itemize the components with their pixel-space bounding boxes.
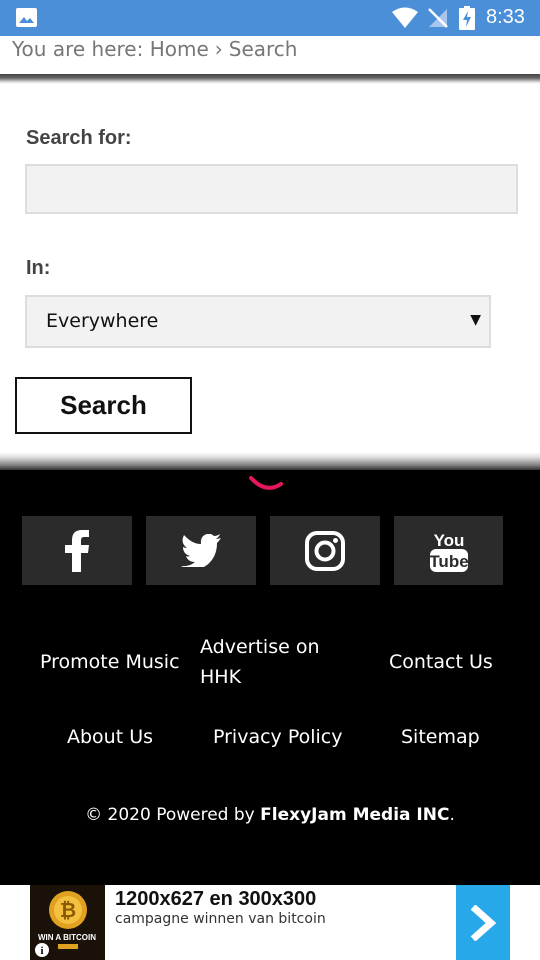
contact-us-link[interactable]: Contact Us	[389, 647, 493, 677]
svg-text:You: You	[433, 531, 464, 550]
instagram-icon	[305, 530, 345, 571]
privacy-policy-link[interactable]: Privacy Policy	[213, 722, 342, 752]
battery-charging-icon	[459, 6, 475, 30]
youtube-button[interactable]: You Tube	[394, 516, 503, 585]
breadcrumb: You are here: Home › Search	[12, 37, 297, 61]
clock: 8:33	[486, 6, 525, 28]
copyright-prefix: © 2020 Powered by	[85, 805, 261, 825]
image-notification-icon	[16, 8, 37, 27]
wifi-icon	[392, 7, 418, 28]
breadcrumb-home-link[interactable]: Home	[150, 37, 209, 61]
breadcrumb-prefix: You are here:	[12, 37, 144, 61]
svg-text:Tube: Tube	[429, 552, 468, 571]
copyright-text: © 2020 Powered by FlexyJam Media INC.	[0, 805, 540, 825]
svg-text:WIN A BITCOIN: WIN A BITCOIN	[38, 933, 96, 942]
copyright-company-link[interactable]: FlexyJam Media INC	[260, 805, 449, 825]
advertise-link[interactable]: Advertise on HHK	[200, 632, 320, 692]
advertise-link-line1: Advertise on	[200, 636, 320, 658]
svg-text:₿: ₿	[60, 900, 76, 922]
search-scope-select[interactable]: Everywhere ▼	[25, 295, 491, 348]
footer: You Tube Promote Music Advertise on HHK …	[0, 470, 540, 885]
ad-thumbnail[interactable]: ₿ WIN A BITCOIN i	[30, 885, 105, 960]
youtube-icon: You Tube	[429, 531, 468, 572]
ad-open-button[interactable]	[456, 885, 510, 960]
twitter-icon	[181, 534, 221, 567]
chevron-right-icon	[470, 904, 497, 941]
header-divider	[0, 74, 540, 84]
about-us-link[interactable]: About Us	[67, 722, 153, 752]
sitemap-link[interactable]: Sitemap	[401, 722, 480, 752]
no-signal-icon	[428, 8, 448, 28]
ad-banner[interactable]: ₿ WIN A BITCOIN i 1200x627 en 300x300 ca…	[0, 885, 540, 960]
content-divider	[0, 452, 540, 470]
bitcoin-icon: ₿ WIN A BITCOIN i	[30, 885, 105, 960]
svg-text:i: i	[40, 945, 43, 957]
search-button[interactable]: Search	[15, 377, 192, 434]
in-label: In:	[26, 257, 51, 279]
dropdown-arrow-icon: ▼	[470, 312, 481, 328]
copyright-suffix: .	[449, 805, 455, 825]
facebook-button[interactable]	[22, 516, 132, 585]
advertise-link-line2: HHK	[200, 666, 242, 688]
instagram-button[interactable]	[270, 516, 380, 585]
twitter-button[interactable]	[146, 516, 256, 585]
breadcrumb-separator: ›	[214, 37, 223, 61]
status-bar: 8:33	[0, 0, 540, 36]
ad-headline[interactable]: 1200x627 en 300x300	[115, 888, 316, 911]
promote-music-link[interactable]: Promote Music	[40, 647, 180, 677]
search-for-label: Search for:	[26, 127, 132, 149]
search-input[interactable]	[25, 164, 518, 214]
loading-spinner-icon	[249, 476, 283, 490]
facebook-icon	[65, 529, 89, 572]
breadcrumb-current: Search	[228, 37, 298, 61]
search-scope-value: Everywhere	[46, 310, 159, 332]
ad-subtext: campagne winnen van bitcoin	[115, 911, 326, 927]
